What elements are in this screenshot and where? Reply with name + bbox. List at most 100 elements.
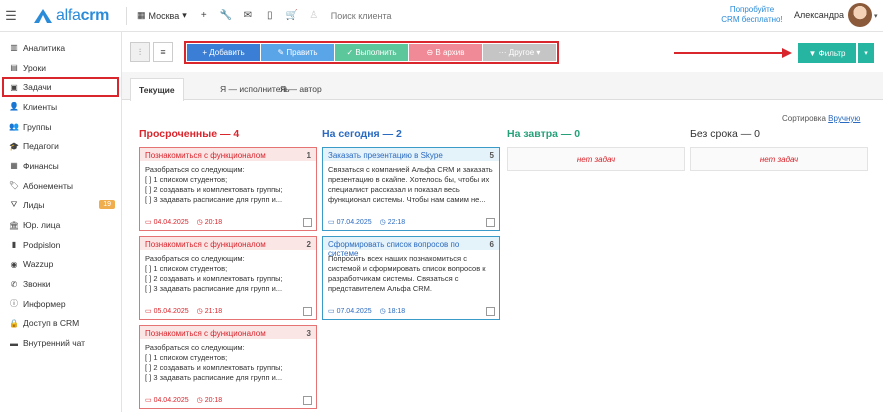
city-selector[interactable]: ▦ Москва ▾ bbox=[131, 10, 193, 21]
task-checkbox[interactable] bbox=[303, 307, 312, 316]
sidebar-item-label: Финансы bbox=[23, 160, 59, 171]
due-date: ▭ 07.04.2025 bbox=[328, 307, 372, 315]
sidebar-item[interactable]: ✆ Звонки bbox=[0, 274, 121, 294]
sidebar-item-label: Wazzup bbox=[23, 259, 54, 270]
sidebar-item[interactable]: ⛛ Лиды 19 bbox=[0, 196, 121, 216]
sidebar-item[interactable]: 👤 Клиенты bbox=[0, 97, 121, 117]
sidebar-item[interactable]: ▦ Финансы bbox=[0, 156, 121, 176]
task-title[interactable]: Познакомиться с функционалом bbox=[145, 329, 266, 339]
edit-button[interactable]: ✎ Править bbox=[261, 43, 334, 61]
sidebar-item[interactable]: ▬ Внутренний чат bbox=[0, 333, 121, 353]
sidebar-item[interactable]: 🔒 Доступ в CRM bbox=[0, 314, 121, 334]
mobile-icon[interactable]: ▯ bbox=[259, 10, 281, 21]
promo-line: CRM бесплатно! bbox=[721, 15, 783, 24]
column-overdue: Просроченные — 4 Познакомиться с функцио… bbox=[139, 128, 317, 409]
filter-button[interactable]: ▼ Фильтр bbox=[798, 43, 856, 63]
sidebar-item[interactable]: 👥 Группы bbox=[0, 117, 121, 137]
tab-author[interactable]: Я — автор bbox=[272, 78, 330, 100]
board-view-button[interactable]: ⫶ bbox=[130, 42, 150, 62]
building-icon: ▦ bbox=[137, 10, 146, 20]
tabs-bar: Текущие Я — исполнитель Я — автор bbox=[122, 72, 883, 101]
sorting-value-link[interactable]: Вручную bbox=[828, 114, 860, 123]
groups-icon: 👥 bbox=[9, 122, 19, 132]
city-label: Москва bbox=[148, 10, 180, 21]
task-card[interactable]: Познакомиться с функционалом 3 Разобраться… bbox=[139, 325, 317, 409]
due-time-text: 21:18 bbox=[204, 308, 223, 315]
cart-icon[interactable]: 🛒 bbox=[281, 10, 303, 21]
task-line: [ ] 2 создавать и комплектовать группы; bbox=[145, 274, 283, 283]
legal-icon: 🏛 bbox=[8, 220, 20, 230]
task-card[interactable]: Заказать презентацию в Skype 5 Связаться с… bbox=[322, 147, 500, 231]
chevron-down-icon[interactable]: ▾ bbox=[874, 12, 878, 20]
task-title[interactable]: Познакомиться с функционалом bbox=[145, 240, 266, 250]
sidebar-item[interactable]: ▤ Уроки bbox=[0, 58, 121, 78]
wrench-icon[interactable]: 🔧 bbox=[215, 10, 237, 21]
task-card[interactable]: Познакомиться с функционалом 2 Разобраться… bbox=[139, 236, 317, 320]
sidebar: ▥ Аналитика ▤ Уроки ▣ Задачи 👤 Клиенты 👥 Группы 🎓 П… bbox=[0, 32, 122, 412]
columns-icon: ⫶ bbox=[138, 46, 142, 57]
due-time-text: 20:18 bbox=[204, 219, 223, 226]
task-checkbox[interactable] bbox=[303, 218, 312, 227]
empty-state: нет задач bbox=[690, 147, 868, 171]
task-line: системой и сформировать список вопросов … bbox=[328, 264, 486, 273]
due-time-text: 20:18 bbox=[204, 397, 223, 404]
logo[interactable]: alfacrm bbox=[22, 7, 122, 25]
search-input[interactable] bbox=[330, 10, 481, 21]
sidebar-item-label: Podpislon bbox=[23, 239, 61, 250]
sidebar-item[interactable]: ▥ Аналитика bbox=[0, 38, 121, 58]
user-name[interactable]: Александра bbox=[794, 10, 844, 20]
task-checkbox[interactable] bbox=[486, 218, 495, 227]
sidebar-item[interactable]: 🏷 Абонементы bbox=[0, 176, 121, 196]
clients-icon: 👤 bbox=[9, 102, 19, 112]
task-checkbox[interactable] bbox=[303, 396, 312, 405]
sidebar-item[interactable]: 🎓 Педагоги bbox=[0, 136, 121, 156]
task-title[interactable]: Познакомиться с функционалом bbox=[145, 151, 266, 161]
calendar-icon: ▭ bbox=[328, 308, 335, 315]
task-card[interactable]: Познакомиться с функционалом 1 Разобраться… bbox=[139, 147, 317, 231]
sidebar-item[interactable]: ▮ Podpislon bbox=[0, 235, 121, 255]
task-title[interactable]: Заказать презентацию в Skype bbox=[328, 151, 443, 161]
due-date: ▭ 04.04.2025 bbox=[145, 396, 189, 404]
task-card[interactable]: Сформировать список вопросов по системе 6… bbox=[322, 236, 500, 320]
sidebar-item[interactable]: ◉ Wazzup bbox=[0, 255, 121, 275]
tab-current[interactable]: Текущие bbox=[130, 78, 184, 101]
task-due: ▭ 05.04.2025 ◷ 21:18 bbox=[145, 307, 222, 315]
task-title[interactable]: Сформировать список вопросов по системе bbox=[328, 240, 490, 258]
sidebar-item-label: Группы bbox=[23, 121, 52, 132]
calendar-icon: ▭ bbox=[145, 397, 152, 404]
plus-icon[interactable]: + bbox=[193, 10, 215, 21]
column-today: На сегодня — 2 Заказать презентацию в Sk… bbox=[322, 128, 500, 320]
task-checkbox[interactable] bbox=[486, 307, 495, 316]
avatar[interactable] bbox=[848, 3, 872, 27]
clock-icon: ◷ bbox=[379, 219, 386, 226]
complete-button[interactable]: ✓ Выполнить bbox=[335, 43, 408, 61]
task-number: 5 bbox=[489, 151, 494, 160]
clock-icon: ◷ bbox=[196, 219, 203, 226]
task-actions: + Добавить ✎ Править ✓ Выполнить ⊖ В арх… bbox=[184, 40, 559, 64]
sidebar-item[interactable]: ⓘ Информер bbox=[0, 294, 121, 314]
promo-link[interactable]: Попробуйте CRM бесплатно! bbox=[712, 5, 792, 25]
divider bbox=[126, 6, 127, 25]
task-card-header: Сформировать список вопросов по системе 6 bbox=[323, 237, 499, 258]
task-line: Разобраться со следующим: bbox=[145, 165, 245, 174]
list-view-button[interactable]: ≡ bbox=[153, 42, 173, 62]
task-line: презентацию в скайпе. Хотелось бы, чтобы… bbox=[328, 175, 490, 184]
sidebar-item-label: Абонементы bbox=[23, 180, 73, 191]
task-line: [ ] 3 задавать расписание для групп и... bbox=[145, 373, 283, 382]
due-time-text: 22:18 bbox=[387, 219, 406, 226]
task-line: Связаться с компанией Альфа CRM и заказа… bbox=[328, 165, 493, 174]
sidebar-item[interactable]: ▣ Задачи bbox=[2, 77, 119, 98]
task-line: [ ] 2 создавать и комплектовать группы; bbox=[145, 185, 283, 194]
sidebar-item[interactable]: 🏛 Юр. лица bbox=[0, 215, 121, 235]
task-line: [ ] 1 списком студентов; bbox=[145, 264, 228, 273]
column-title: Без срока — 0 bbox=[690, 128, 760, 140]
filter-dropdown-button[interactable]: ▾ bbox=[858, 43, 874, 63]
due-time: ◷ 22:18 bbox=[380, 218, 406, 226]
mail-icon[interactable]: ✉ bbox=[237, 10, 259, 21]
menu-icon[interactable]: ☰ bbox=[0, 0, 22, 32]
archive-button[interactable]: ⊖ В архив bbox=[409, 43, 482, 61]
add-button[interactable]: + Добавить bbox=[187, 43, 260, 61]
sidebar-item-label: Клиенты bbox=[23, 101, 58, 112]
more-button[interactable]: ··· Другое ▾ bbox=[483, 43, 556, 61]
chat-icon: ▬ bbox=[10, 338, 18, 348]
